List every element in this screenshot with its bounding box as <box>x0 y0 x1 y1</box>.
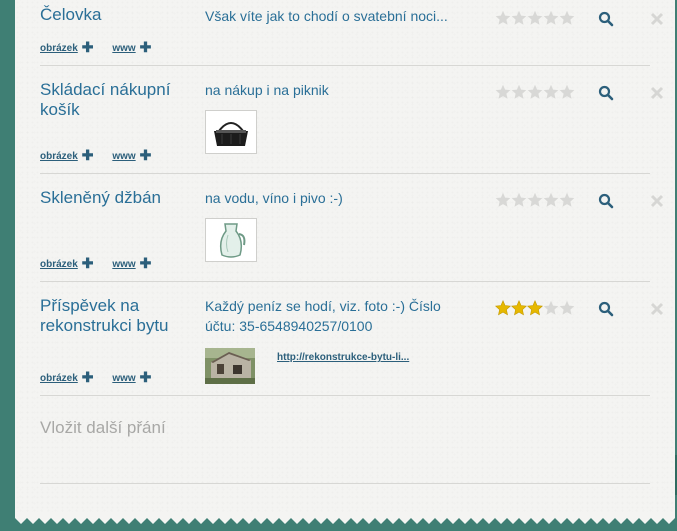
search-icon[interactable] <box>598 85 614 101</box>
image-link[interactable]: obrázek <box>40 259 78 270</box>
basket-image <box>206 111 256 153</box>
star-filled-icon[interactable] <box>527 300 543 316</box>
star-empty-icon[interactable] <box>543 10 559 26</box>
close-icon[interactable] <box>650 86 664 100</box>
wish-links: obrázek ✚ www ✚ <box>40 39 167 56</box>
wish-image-thumbnail[interactable] <box>205 110 257 154</box>
star-empty-icon[interactable] <box>527 84 543 100</box>
wish-title[interactable]: Skládací nákupní košík <box>40 80 190 120</box>
add-www-icon[interactable]: ✚ <box>140 255 152 272</box>
star-filled-icon[interactable] <box>511 300 527 316</box>
add-image-icon[interactable]: ✚ <box>82 369 94 386</box>
add-www-icon[interactable]: ✚ <box>140 147 152 164</box>
search-icon[interactable] <box>598 301 614 317</box>
star-empty-icon[interactable] <box>543 84 559 100</box>
search-icon[interactable] <box>598 193 614 209</box>
star-filled-icon[interactable] <box>495 300 511 316</box>
image-link[interactable]: obrázek <box>40 373 78 384</box>
star-empty-icon[interactable] <box>559 300 575 316</box>
add-www-icon[interactable]: ✚ <box>140 39 152 56</box>
wish-title[interactable]: Čelovka <box>40 5 190 25</box>
wish-title[interactable]: Skleněný džbán <box>40 188 190 208</box>
house-image <box>205 348 255 384</box>
star-empty-icon[interactable] <box>527 192 543 208</box>
rating-stars[interactable] <box>495 192 577 208</box>
close-icon[interactable] <box>650 194 664 208</box>
wish-description: na vodu, víno i pivo :-) <box>205 190 343 206</box>
wish-links: obrázek ✚ www ✚ <box>40 147 167 164</box>
add-image-icon[interactable]: ✚ <box>82 39 94 56</box>
star-empty-icon[interactable] <box>559 192 575 208</box>
wish-links: obrázek ✚ www ✚ <box>40 369 167 386</box>
wish-description: na nákup i na piknik <box>205 82 329 98</box>
add-www-icon[interactable]: ✚ <box>140 369 152 386</box>
wish-item: Skleněný džbán na vodu, víno i pivo :-) … <box>40 174 664 282</box>
image-link[interactable]: obrázek <box>40 151 78 162</box>
star-empty-icon[interactable] <box>543 192 559 208</box>
close-icon[interactable] <box>650 302 664 316</box>
wish-title[interactable]: Příspěvek na rekonstrukci bytu <box>40 296 190 336</box>
star-empty-icon[interactable] <box>559 10 575 26</box>
wish-links: obrázek ✚ www ✚ <box>40 255 167 272</box>
www-link[interactable]: www <box>112 43 135 54</box>
star-empty-icon[interactable] <box>559 84 575 100</box>
star-empty-icon[interactable] <box>511 84 527 100</box>
rating-stars[interactable] <box>495 84 577 100</box>
divider <box>40 483 650 484</box>
star-empty-icon[interactable] <box>543 300 559 316</box>
wish-description: Každý peníz se hodí, viz. foto :-) Číslo… <box>205 298 441 334</box>
www-link[interactable]: www <box>112 151 135 162</box>
panel-torn-edge <box>15 512 675 524</box>
star-empty-icon[interactable] <box>495 84 511 100</box>
image-link[interactable]: obrázek <box>40 43 78 54</box>
wish-image-thumbnail[interactable] <box>205 348 255 384</box>
close-icon[interactable] <box>650 12 664 26</box>
star-empty-icon[interactable] <box>495 192 511 208</box>
wish-description: Však víte jak to chodí o svatební noci..… <box>205 8 448 24</box>
wish-image-thumbnail[interactable] <box>205 218 257 262</box>
wish-item: Příspěvek na rekonstrukci bytu Každý pen… <box>40 282 664 396</box>
www-link[interactable]: www <box>112 373 135 384</box>
www-link[interactable]: www <box>112 259 135 270</box>
rating-stars[interactable] <box>495 300 577 316</box>
star-empty-icon[interactable] <box>511 192 527 208</box>
search-icon[interactable] <box>598 11 614 27</box>
wish-item: Skládací nákupní košík na nákup i na pik… <box>40 66 664 174</box>
star-empty-icon[interactable] <box>527 10 543 26</box>
add-image-icon[interactable]: ✚ <box>82 147 94 164</box>
pitcher-image <box>206 219 256 261</box>
rating-stars[interactable] <box>495 10 577 26</box>
wish-url-link[interactable]: http://rekonstrukce-bytu-li... <box>277 352 409 363</box>
star-empty-icon[interactable] <box>495 10 511 26</box>
wish-item: Čelovka Však víte jak to chodí o svatebn… <box>40 0 664 66</box>
new-wish-input[interactable]: Vložit další přání <box>40 418 340 438</box>
add-image-icon[interactable]: ✚ <box>82 255 94 272</box>
star-empty-icon[interactable] <box>511 10 527 26</box>
